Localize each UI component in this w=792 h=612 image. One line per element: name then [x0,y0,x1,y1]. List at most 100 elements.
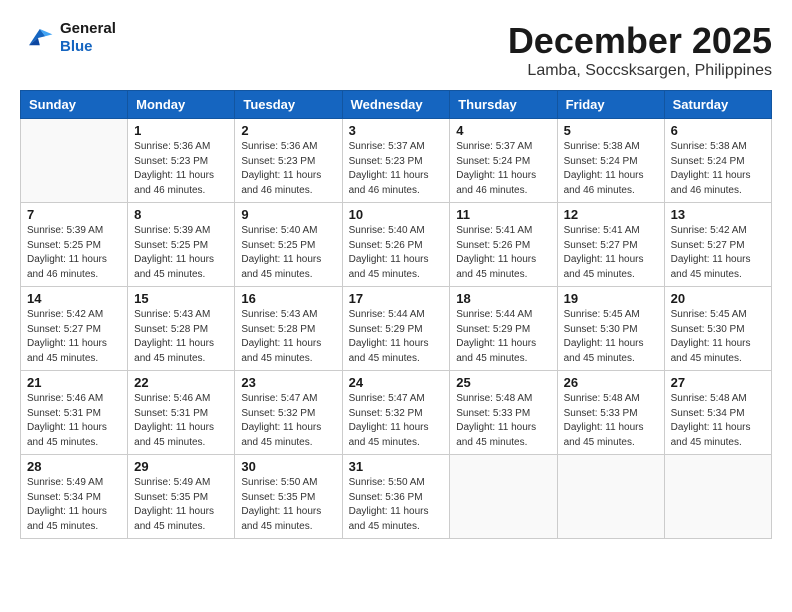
calendar-cell: 27 Sunrise: 5:48 AMSunset: 5:34 PMDayligh… [664,371,771,455]
day-info: Sunrise: 5:49 AMSunset: 5:34 PMDaylight:… [27,476,121,534]
calendar-cell: 10 Sunrise: 5:40 AMSunset: 5:26 PMDayligh… [342,203,450,287]
day-info: Sunrise: 5:38 AMSunset: 5:24 PMDaylight:… [564,140,658,198]
calendar-cell: 11 Sunrise: 5:41 AMSunset: 5:26 PMDayligh… [450,203,557,287]
weekday-header: Friday [557,91,664,119]
calendar-cell: 25 Sunrise: 5:48 AMSunset: 5:33 PMDayligh… [450,371,557,455]
logo-icon [20,20,56,56]
weekday-header: Tuesday [235,91,342,119]
day-number: 11 [456,207,550,222]
day-number: 10 [349,207,444,222]
weekday-header: Wednesday [342,91,450,119]
calendar-cell: 19Sunrise: 5:45 AMSunset: 5:30 PMDayligh… [557,287,664,371]
calendar-cell: 21 Sunrise: 5:46 AMSunset: 5:31 PMDayligh… [21,371,128,455]
day-info: Sunrise: 5:46 AMSunset: 5:31 PMDaylight:… [134,392,228,450]
day-number: 5 [564,123,658,138]
day-info: Sunrise: 5:49 AMSunset: 5:35 PMDaylight:… [134,476,228,534]
calendar-cell: 9Sunrise: 5:40 AMSunset: 5:25 PMDaylight… [235,203,342,287]
calendar-cell: 17 Sunrise: 5:44 AMSunset: 5:29 PMDayligh… [342,287,450,371]
day-number: 14 [27,291,121,306]
calendar-cell: 26 Sunrise: 5:48 AMSunset: 5:33 PMDayligh… [557,371,664,455]
day-number: 3 [349,123,444,138]
day-number: 8 [134,207,228,222]
calendar-cell: 31 Sunrise: 5:50 AMSunset: 5:36 PMDayligh… [342,455,450,539]
calendar-cell [450,455,557,539]
day-info: Sunrise: 5:46 AMSunset: 5:31 PMDaylight:… [27,392,121,450]
page-header: General Blue December 2025 Lamba, Soccsk… [20,20,772,80]
day-number: 6 [671,123,765,138]
day-number: 21 [27,375,121,390]
day-info: Sunrise: 5:45 AMSunset: 5:30 PMDaylight:… [671,308,765,366]
calendar-cell: 28 Sunrise: 5:49 AMSunset: 5:34 PMDayligh… [21,455,128,539]
calendar-cell: 8 Sunrise: 5:39 AMSunset: 5:25 PMDaylight… [128,203,235,287]
calendar-cell: 16Sunrise: 5:43 AMSunset: 5:28 PMDayligh… [235,287,342,371]
day-info: Sunrise: 5:48 AMSunset: 5:33 PMDaylight:… [456,392,550,450]
day-number: 1 [134,123,228,138]
day-number: 30 [241,459,335,474]
calendar-cell: 20 Sunrise: 5:45 AMSunset: 5:30 PMDayligh… [664,287,771,371]
day-info: Sunrise: 5:44 AMSunset: 5:29 PMDaylight:… [349,308,444,366]
day-number: 28 [27,459,121,474]
day-number: 20 [671,291,765,306]
weekday-header: Thursday [450,91,557,119]
day-number: 25 [456,375,550,390]
day-info: Sunrise: 5:47 AMSunset: 5:32 PMDaylight:… [349,392,444,450]
day-info: Sunrise: 5:41 AMSunset: 5:26 PMDaylight:… [456,224,550,282]
calendar-cell: 5 Sunrise: 5:38 AMSunset: 5:24 PMDaylight… [557,119,664,203]
calendar-cell: 18 Sunrise: 5:44 AMSunset: 5:29 PMDayligh… [450,287,557,371]
calendar-cell: 12Sunrise: 5:41 AMSunset: 5:27 PMDayligh… [557,203,664,287]
day-number: 18 [456,291,550,306]
day-info: Sunrise: 5:42 AMSunset: 5:27 PMDaylight:… [671,224,765,282]
day-number: 15 [134,291,228,306]
calendar-week-row: 7 Sunrise: 5:39 AMSunset: 5:25 PMDaylight… [21,203,772,287]
day-number: 16 [241,291,335,306]
day-number: 23 [241,375,335,390]
day-info: Sunrise: 5:37 AMSunset: 5:24 PMDaylight:… [456,140,550,198]
day-number: 19 [564,291,658,306]
calendar-cell: 7Sunrise: 5:39 AMSunset: 5:25 PMDaylight… [21,203,128,287]
calendar-cell: 4 Sunrise: 5:37 AMSunset: 5:24 PMDaylight… [450,119,557,203]
day-number: 4 [456,123,550,138]
location: Lamba, Soccsksargen, Philippines [508,62,772,80]
calendar-cell: 30Sunrise: 5:50 AMSunset: 5:35 PMDayligh… [235,455,342,539]
day-info: Sunrise: 5:42 AMSunset: 5:27 PMDaylight:… [27,308,121,366]
calendar-cell: 13 Sunrise: 5:42 AMSunset: 5:27 PMDayligh… [664,203,771,287]
calendar-table: SundayMondayTuesdayWednesdayThursdayFrid… [20,90,772,539]
calendar-cell: 24Sunrise: 5:47 AMSunset: 5:32 PMDayligh… [342,371,450,455]
calendar-cell: 6 Sunrise: 5:38 AMSunset: 5:24 PMDaylight… [664,119,771,203]
calendar-cell: 2Sunrise: 5:36 AMSunset: 5:23 PMDaylight… [235,119,342,203]
day-number: 26 [564,375,658,390]
calendar-week-row: 14 Sunrise: 5:42 AMSunset: 5:27 PMDayligh… [21,287,772,371]
calendar-cell [21,119,128,203]
day-number: 22 [134,375,228,390]
day-number: 7 [27,207,121,222]
day-info: Sunrise: 5:40 AMSunset: 5:26 PMDaylight:… [349,224,444,282]
calendar-cell: 23 Sunrise: 5:47 AMSunset: 5:32 PMDayligh… [235,371,342,455]
day-info: Sunrise: 5:44 AMSunset: 5:29 PMDaylight:… [456,308,550,366]
day-number: 2 [241,123,335,138]
logo: General Blue [20,20,116,56]
weekday-header: Saturday [664,91,771,119]
month-title: December 2025 [508,20,772,62]
day-info: Sunrise: 5:37 AMSunset: 5:23 PMDaylight:… [349,140,444,198]
calendar-week-row: 1 Sunrise: 5:36 AMSunset: 5:23 PMDaylight… [21,119,772,203]
day-info: Sunrise: 5:41 AMSunset: 5:27 PMDaylight:… [564,224,658,282]
day-info: Sunrise: 5:43 AMSunset: 5:28 PMDaylight:… [134,308,228,366]
day-info: Sunrise: 5:38 AMSunset: 5:24 PMDaylight:… [671,140,765,198]
day-info: Sunrise: 5:48 AMSunset: 5:34 PMDaylight:… [671,392,765,450]
day-number: 31 [349,459,444,474]
day-info: Sunrise: 5:39 AMSunset: 5:25 PMDaylight:… [134,224,228,282]
day-number: 13 [671,207,765,222]
day-info: Sunrise: 5:36 AMSunset: 5:23 PMDaylight:… [134,140,228,198]
day-number: 27 [671,375,765,390]
day-info: Sunrise: 5:40 AMSunset: 5:25 PMDaylight:… [241,224,335,282]
logo-text: General Blue [60,20,116,56]
day-number: 17 [349,291,444,306]
calendar-week-row: 21 Sunrise: 5:46 AMSunset: 5:31 PMDayligh… [21,371,772,455]
calendar-cell: 1 Sunrise: 5:36 AMSunset: 5:23 PMDaylight… [128,119,235,203]
day-info: Sunrise: 5:47 AMSunset: 5:32 PMDaylight:… [241,392,335,450]
title-section: December 2025 Lamba, Soccsksargen, Phili… [508,20,772,80]
calendar-cell: 22 Sunrise: 5:46 AMSunset: 5:31 PMDayligh… [128,371,235,455]
day-info: Sunrise: 5:50 AMSunset: 5:36 PMDaylight:… [349,476,444,534]
calendar-cell [664,455,771,539]
day-info: Sunrise: 5:48 AMSunset: 5:33 PMDaylight:… [564,392,658,450]
